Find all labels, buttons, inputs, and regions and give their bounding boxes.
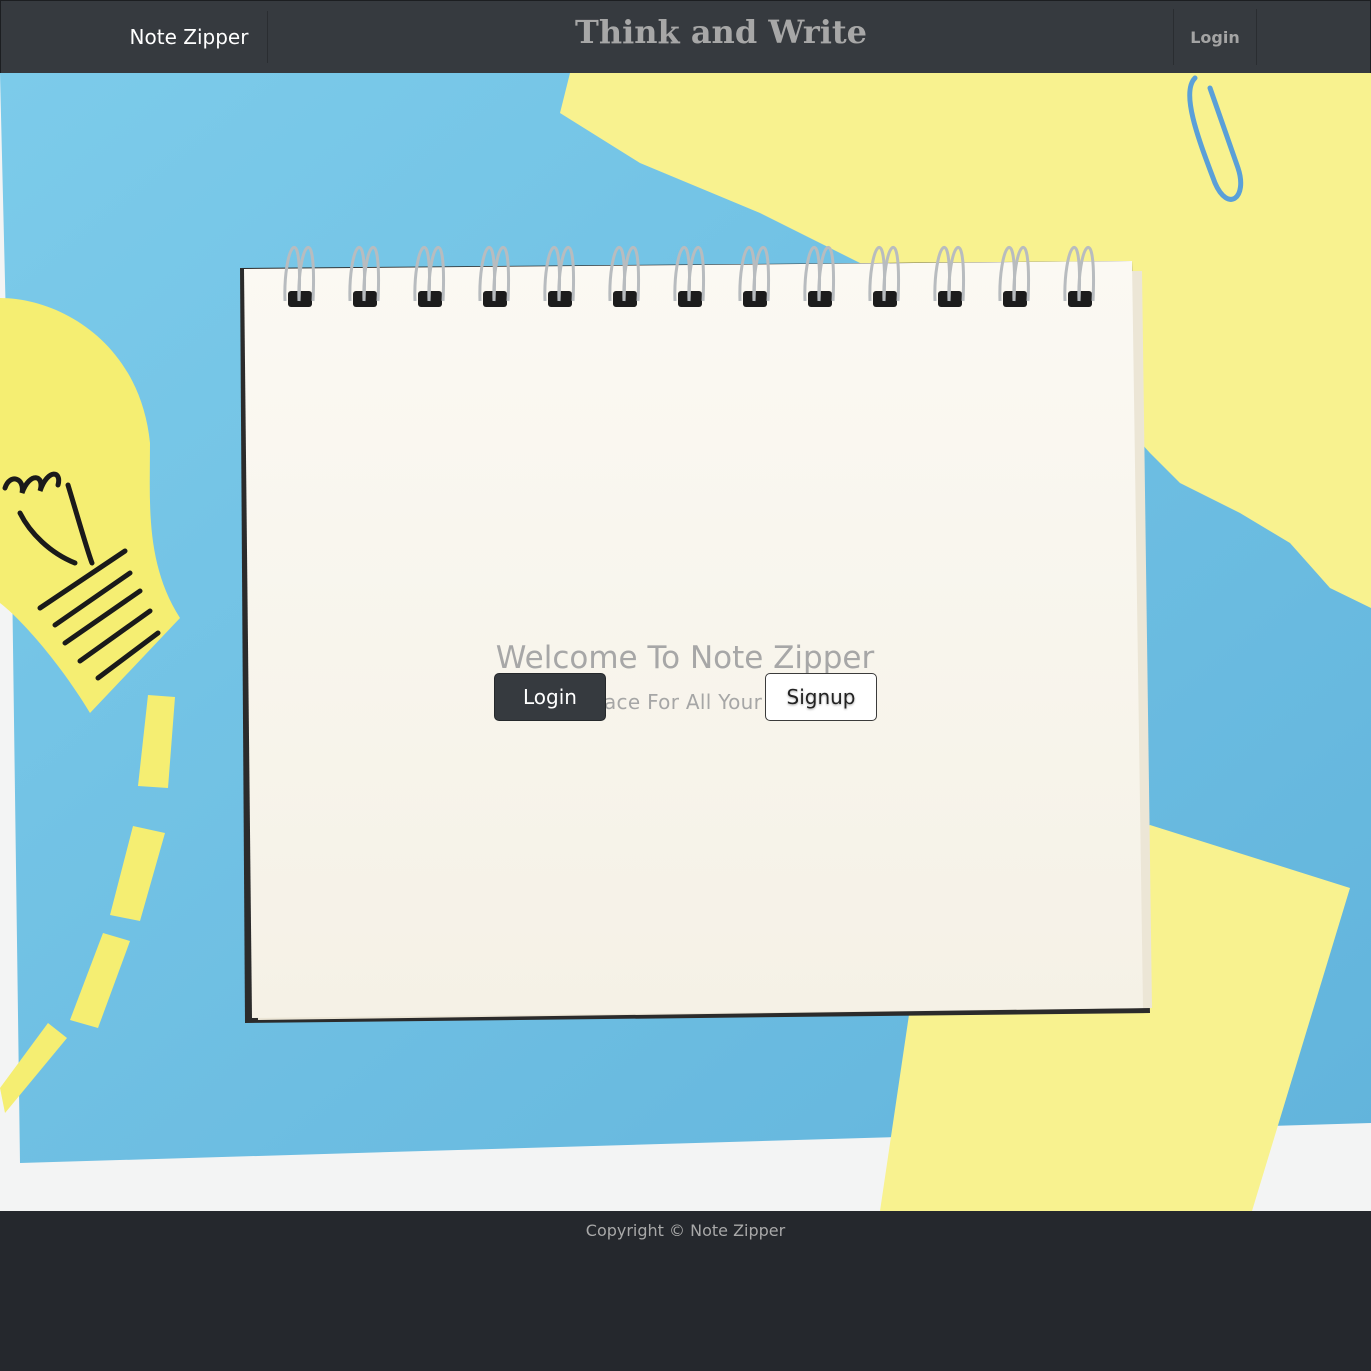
brand-link[interactable]: Note Zipper xyxy=(111,11,268,63)
signup-button[interactable]: Signup xyxy=(765,673,877,721)
hero-section: Welcome To Note Zipper Safe Place For Al… xyxy=(0,73,1371,1211)
nav-login-link[interactable]: Login xyxy=(1173,9,1257,65)
hero-title: Welcome To Note Zipper xyxy=(495,640,875,676)
login-button[interactable]: Login xyxy=(494,673,606,721)
copyright-text: Copyright © Note Zipper xyxy=(585,1221,786,1240)
nav-title: Think and Write xyxy=(575,13,867,51)
footer: Copyright © Note Zipper xyxy=(0,1212,1371,1371)
landing-page: Note Zipper Think and Write Login Welcom… xyxy=(0,0,1371,1371)
navbar: Note Zipper Think and Write Login xyxy=(0,0,1371,74)
